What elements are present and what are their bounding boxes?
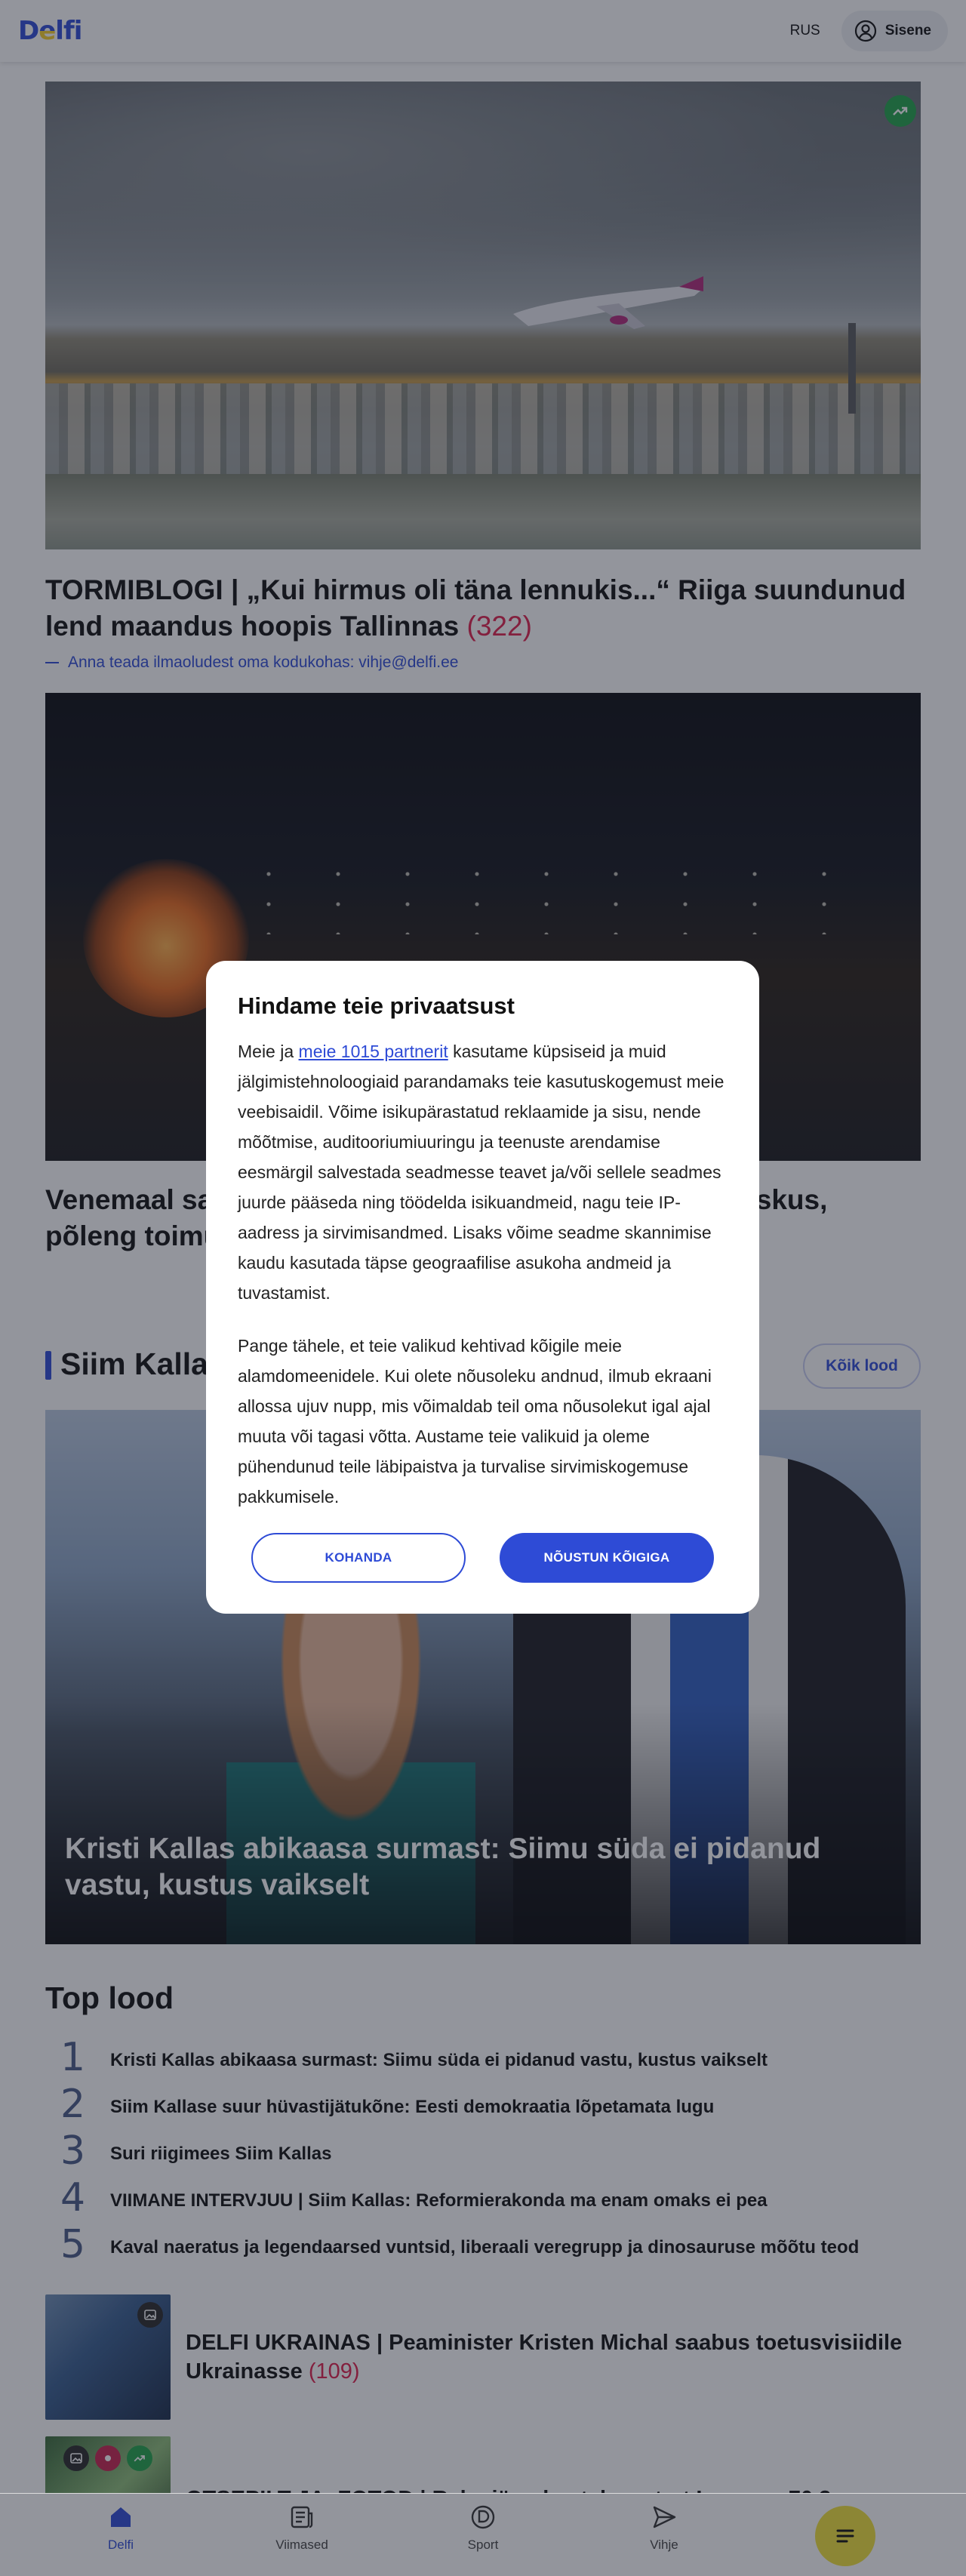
menu-icon xyxy=(836,2529,854,2543)
nav-item-tip[interactable]: Vihje xyxy=(619,2503,709,2553)
menu-button[interactable] xyxy=(815,2506,875,2566)
customize-button[interactable]: KOHANDA xyxy=(251,1533,466,1583)
nav-item-sport[interactable]: Sport xyxy=(438,2503,528,2553)
nav-item-latest[interactable]: Viimased xyxy=(257,2503,347,2553)
partners-link[interactable]: meie 1015 partnerit xyxy=(299,1042,448,1061)
bottom-navigation: Delfi Viimased Sport Vihje xyxy=(0,2493,966,2576)
page: Delfi RUS Sisene TORMIBLOGI | „Kui hirmu… xyxy=(0,0,966,2576)
news-icon xyxy=(291,2506,313,2528)
nav-label: Sport xyxy=(467,2538,499,2552)
send-icon xyxy=(653,2506,676,2528)
nav-label: Vihje xyxy=(650,2538,678,2552)
nav-item-delfi[interactable]: Delfi xyxy=(75,2503,166,2553)
dialog-paragraph: Meie ja meie 1015 partnerit kasutame küp… xyxy=(238,1036,728,1308)
dialog-title: Hindame teie privaatsust xyxy=(238,993,515,1019)
nav-label: Viimased xyxy=(275,2538,328,2552)
privacy-dialog: Hindame teie privaatsust Meie ja meie 10… xyxy=(206,961,759,1614)
sport-icon xyxy=(471,2505,495,2529)
dialog-text: Meie ja xyxy=(238,1042,299,1061)
dialog-actions: KOHANDA NÕUSTUN KÕIGIGA xyxy=(251,1533,714,1583)
dialog-text: kasutame küpsiseid ja muid jälgimistehno… xyxy=(238,1042,724,1303)
home-icon xyxy=(111,2507,131,2527)
accept-all-button[interactable]: NÕUSTUN KÕIGIGA xyxy=(500,1533,714,1583)
dialog-paragraph: Pange tähele, et teie valikud kehtivad k… xyxy=(238,1336,712,1507)
nav-label: Delfi xyxy=(107,2538,134,2552)
